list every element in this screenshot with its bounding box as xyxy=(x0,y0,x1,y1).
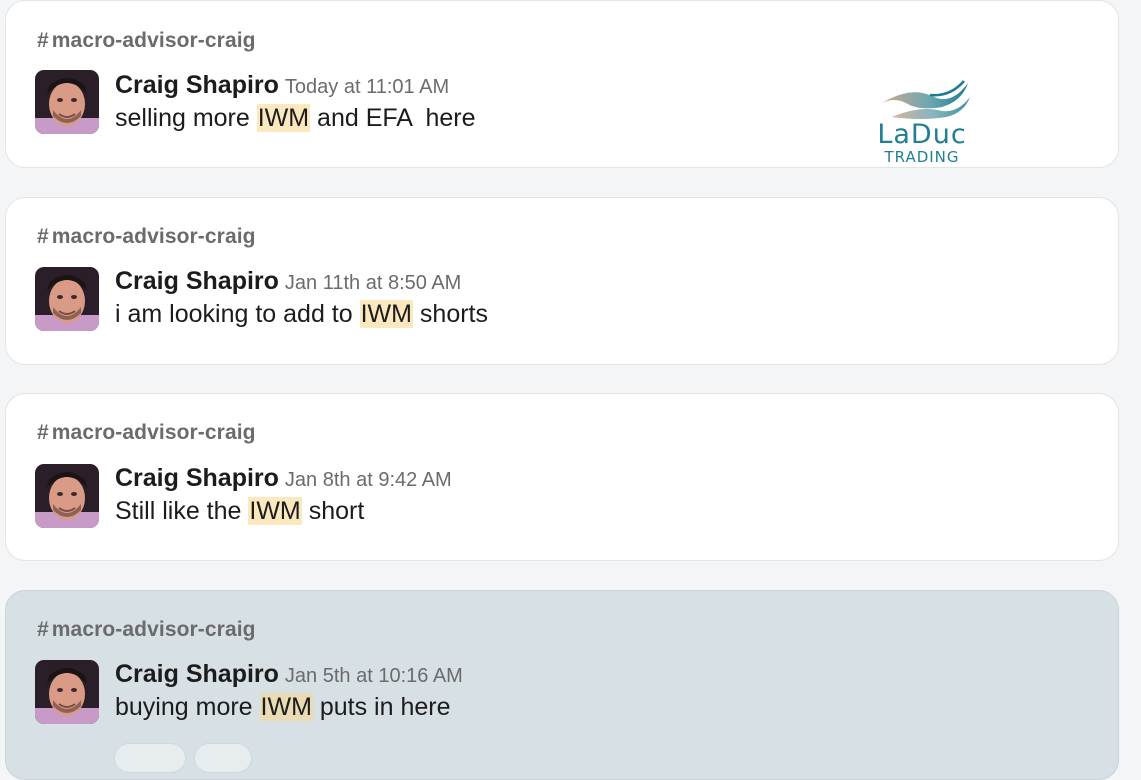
author-name[interactable]: Craig Shapiro xyxy=(115,71,279,99)
avatar[interactable] xyxy=(35,70,99,134)
message-timestamp[interactable]: Today at 11:01 AM xyxy=(285,76,449,98)
ticker-highlight: IWM xyxy=(256,104,311,132)
channel-name[interactable]: # macro-advisor-craig xyxy=(37,618,256,642)
search-result-card[interactable]: # macro-advisor-craig Craig Shapiro Jan 8t… xyxy=(5,393,1119,561)
author-name[interactable]: Craig Shapiro xyxy=(115,660,279,688)
logo-subtitle: TRADING xyxy=(884,148,960,166)
author-line: Craig Shapiro Today at 11:01 AM xyxy=(115,71,449,100)
author-line: Craig Shapiro Jan 11th at 8:50 AM xyxy=(115,267,461,296)
message-text: i am looking to add to IWM shorts xyxy=(115,300,488,328)
ticker-highlight: IWM xyxy=(359,300,413,328)
avatar[interactable] xyxy=(35,660,99,724)
laduc-trading-logo: LaDuc TRADING xyxy=(872,77,972,169)
message-timestamp[interactable]: Jan 11th at 8:50 AM xyxy=(285,272,461,294)
hash-icon: # xyxy=(37,225,49,248)
reaction-pill[interactable] xyxy=(194,743,252,773)
wave-icon xyxy=(882,80,970,119)
channel-name[interactable]: # macro-advisor-craig xyxy=(37,225,256,249)
author-name[interactable]: Craig Shapiro xyxy=(115,267,279,295)
avatar[interactable] xyxy=(35,464,99,528)
search-result-card[interactable]: # macro-advisor-craig Craig Shapiro Jan 11… xyxy=(5,197,1119,365)
hash-icon: # xyxy=(37,29,49,52)
logo-word: LaDuc xyxy=(877,119,967,150)
search-result-card[interactable]: # macro-advisor-craig Craig Shapiro Today … xyxy=(5,0,1119,168)
author-line: Craig Shapiro Jan 5th at 10:16 AM xyxy=(115,660,463,689)
search-result-card-selected[interactable]: # macro-advisor-craig Craig Shapiro Jan 5t… xyxy=(5,590,1119,780)
hash-icon: # xyxy=(37,618,49,641)
message-text: selling more IWM and EFA here xyxy=(115,104,476,132)
message-text: Still like the IWM short xyxy=(115,497,365,525)
message-timestamp[interactable]: Jan 5th at 10:16 AM xyxy=(285,665,463,687)
hash-icon: # xyxy=(37,421,49,444)
ticker-highlight: IWM xyxy=(259,693,313,721)
avatar[interactable] xyxy=(35,267,99,331)
author-line: Craig Shapiro Jan 8th at 9:42 AM xyxy=(115,464,452,493)
channel-name[interactable]: # macro-advisor-craig xyxy=(37,421,256,445)
message-timestamp[interactable]: Jan 8th at 9:42 AM xyxy=(285,469,452,491)
ticker-highlight: IWM xyxy=(248,497,302,525)
reaction-pill[interactable] xyxy=(114,743,186,773)
author-name[interactable]: Craig Shapiro xyxy=(115,464,279,492)
channel-name[interactable]: # macro-advisor-craig xyxy=(37,29,256,53)
message-text: buying more IWM puts in here xyxy=(115,693,451,721)
